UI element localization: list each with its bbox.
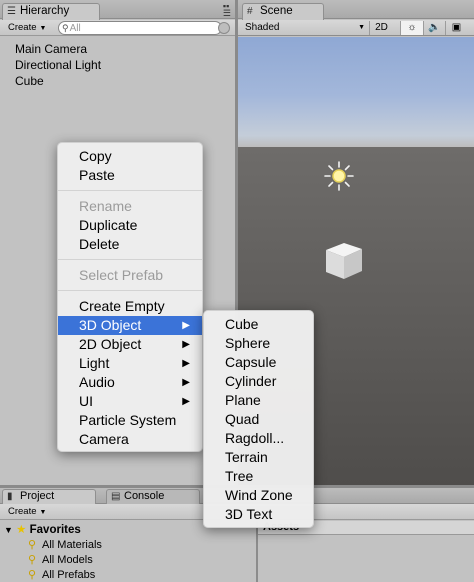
menu-item-particle-system[interactable]: Particle System: [58, 411, 202, 430]
shading-mode-label: Shaded: [245, 22, 280, 33]
mode-2d-button[interactable]: 2D: [369, 21, 393, 35]
menu-item-light[interactable]: Light ▶: [58, 354, 202, 373]
menu-item-delete[interactable]: Delete: [58, 235, 202, 254]
search-folder-icon: ⚲: [28, 554, 37, 566]
submenu-item-cylinder[interactable]: Cylinder: [204, 372, 313, 391]
search-folder-icon: ⚲: [28, 539, 37, 551]
image-icon: ▣: [451, 22, 462, 33]
speaker-icon: 🔈: [428, 22, 441, 33]
hierarchy-list: Main Camera Directional Light Cube: [15, 41, 101, 89]
hierarchy-item-main-camera[interactable]: Main Camera: [15, 41, 101, 57]
hierarchy-item-directional-light[interactable]: Directional Light: [15, 57, 101, 73]
dropdown-arrow-icon: ▼: [358, 24, 365, 31]
effects-toggle-button[interactable]: ▣: [445, 21, 467, 35]
tab-scene-label: Scene: [260, 5, 293, 17]
menu-separator: [58, 259, 202, 260]
console-icon: ▤: [111, 491, 121, 502]
menu-item-ui[interactable]: UI ▶: [58, 392, 202, 411]
tab-console-label: Console: [124, 490, 165, 502]
submenu-arrow-icon: ▶: [182, 396, 190, 407]
tab-hierarchy[interactable]: ☰ Hierarchy: [2, 3, 100, 20]
audio-toggle-button[interactable]: 🔈: [423, 21, 445, 35]
lighting-toggle-button[interactable]: ☼: [400, 21, 423, 35]
submenu-item-terrain[interactable]: Terrain: [204, 448, 313, 467]
menu-item-2d-object-label: 2D Object: [79, 336, 142, 352]
submenu-item-ragdoll[interactable]: Ragdoll...: [204, 429, 313, 448]
submenu-item-3d-text[interactable]: 3D Text: [204, 505, 313, 524]
tab-project-label: Project: [20, 490, 55, 502]
context-menu: Copy Paste Rename Duplicate Delete Selec…: [57, 142, 203, 452]
submenu-item-tree[interactable]: Tree: [204, 467, 313, 486]
menu-item-audio-label: Audio: [79, 374, 115, 390]
menu-item-camera[interactable]: Camera: [58, 430, 202, 449]
favorite-item-label: All Models: [42, 554, 93, 566]
cube-object[interactable]: [322, 239, 366, 283]
menu-item-paste[interactable]: Paste: [58, 166, 202, 185]
hierarchy-create-button[interactable]: Create ▼: [4, 21, 50, 34]
directional-light-gizmo-icon[interactable]: [324, 161, 354, 191]
hierarchy-tabbar: ☰ Hierarchy ▪▪ ☰: [0, 0, 235, 20]
submenu-item-plane[interactable]: Plane: [204, 391, 313, 410]
hierarchy-create-label: Create: [8, 22, 37, 33]
menu-item-create-empty[interactable]: Create Empty: [58, 297, 202, 316]
search-icon: ⚲: [62, 23, 69, 33]
menu-item-select-prefab: Select Prefab: [79, 267, 164, 283]
tab-console[interactable]: ▤ Console: [106, 489, 200, 504]
submenu-arrow-icon: ▶: [182, 339, 190, 350]
favorite-item-label: All Prefabs: [42, 569, 96, 581]
scene-tabbar: # Scene: [238, 0, 474, 20]
search-folder-icon: ⚲: [28, 569, 37, 581]
panel-menu-icon[interactable]: ▪▪ ☰: [223, 2, 231, 18]
shading-mode-dropdown[interactable]: Shaded ▼: [245, 21, 365, 35]
menu-item-3d-object[interactable]: 3D Object ▶: [58, 316, 202, 335]
submenu-arrow-icon: ▶: [182, 358, 190, 369]
expand-triangle-icon: ▼: [4, 525, 13, 535]
menu-item-copy[interactable]: Copy: [58, 147, 202, 166]
grid-icon: #: [247, 6, 253, 17]
menu-item-ui-label: UI: [79, 393, 93, 409]
submenu-item-quad[interactable]: Quad: [204, 410, 313, 429]
favorite-item[interactable]: ⚲ All Models: [28, 553, 93, 568]
tab-hierarchy-label: Hierarchy: [20, 5, 70, 17]
hierarchy-toolbar: Create ▼ ⚲All: [0, 20, 235, 36]
dropdown-arrow-icon: ▼: [39, 509, 47, 516]
search-placeholder: All: [69, 23, 81, 34]
submenu-3d-object: Cube Sphere Capsule Cylinder Plane Quad …: [203, 310, 314, 528]
submenu-arrow-icon: ▶: [182, 320, 190, 331]
scene-toolbar: Shaded ▼ 2D ☼ 🔈 ▣: [238, 20, 474, 36]
menu-item-duplicate[interactable]: Duplicate: [58, 216, 202, 235]
favorites-header[interactable]: ▼ ★ Favorites: [4, 522, 81, 538]
menu-item-audio[interactable]: Audio ▶: [58, 373, 202, 392]
menu-separator: [58, 190, 202, 191]
submenu-item-sphere[interactable]: Sphere: [204, 334, 313, 353]
project-create-button[interactable]: Create ▼: [4, 505, 50, 518]
dropdown-arrow-icon: ▼: [39, 25, 47, 32]
sun-icon: ☼: [407, 22, 417, 33]
tab-scene[interactable]: # Scene: [242, 3, 324, 20]
tab-project[interactable]: ▮ Project: [2, 489, 96, 504]
folder-icon: ▮: [7, 491, 13, 502]
favorites-label: Favorites: [29, 524, 81, 536]
menu-separator: [58, 290, 202, 291]
favorite-item[interactable]: ⚲ All Materials: [28, 538, 102, 553]
menu-item-3d-object-label: 3D Object: [79, 317, 142, 333]
search-clear-button[interactable]: [218, 22, 230, 34]
submenu-item-capsule[interactable]: Capsule: [204, 353, 313, 372]
star-icon: ★: [16, 524, 27, 536]
submenu-item-wind-zone[interactable]: Wind Zone: [204, 486, 313, 505]
hierarchy-search-input[interactable]: ⚲All: [58, 21, 222, 35]
list-icon: ☰: [7, 6, 16, 17]
favorite-item-label: All Materials: [42, 539, 102, 551]
menu-item-2d-object[interactable]: 2D Object ▶: [58, 335, 202, 354]
hierarchy-item-cube[interactable]: Cube: [15, 73, 101, 89]
project-create-label: Create: [8, 506, 37, 517]
menu-item-rename: Rename: [79, 198, 132, 214]
submenu-item-cube[interactable]: Cube: [204, 315, 313, 334]
favorite-item[interactable]: ⚲ All Prefabs: [28, 568, 95, 582]
submenu-arrow-icon: ▶: [182, 377, 190, 388]
menu-item-light-label: Light: [79, 355, 110, 371]
